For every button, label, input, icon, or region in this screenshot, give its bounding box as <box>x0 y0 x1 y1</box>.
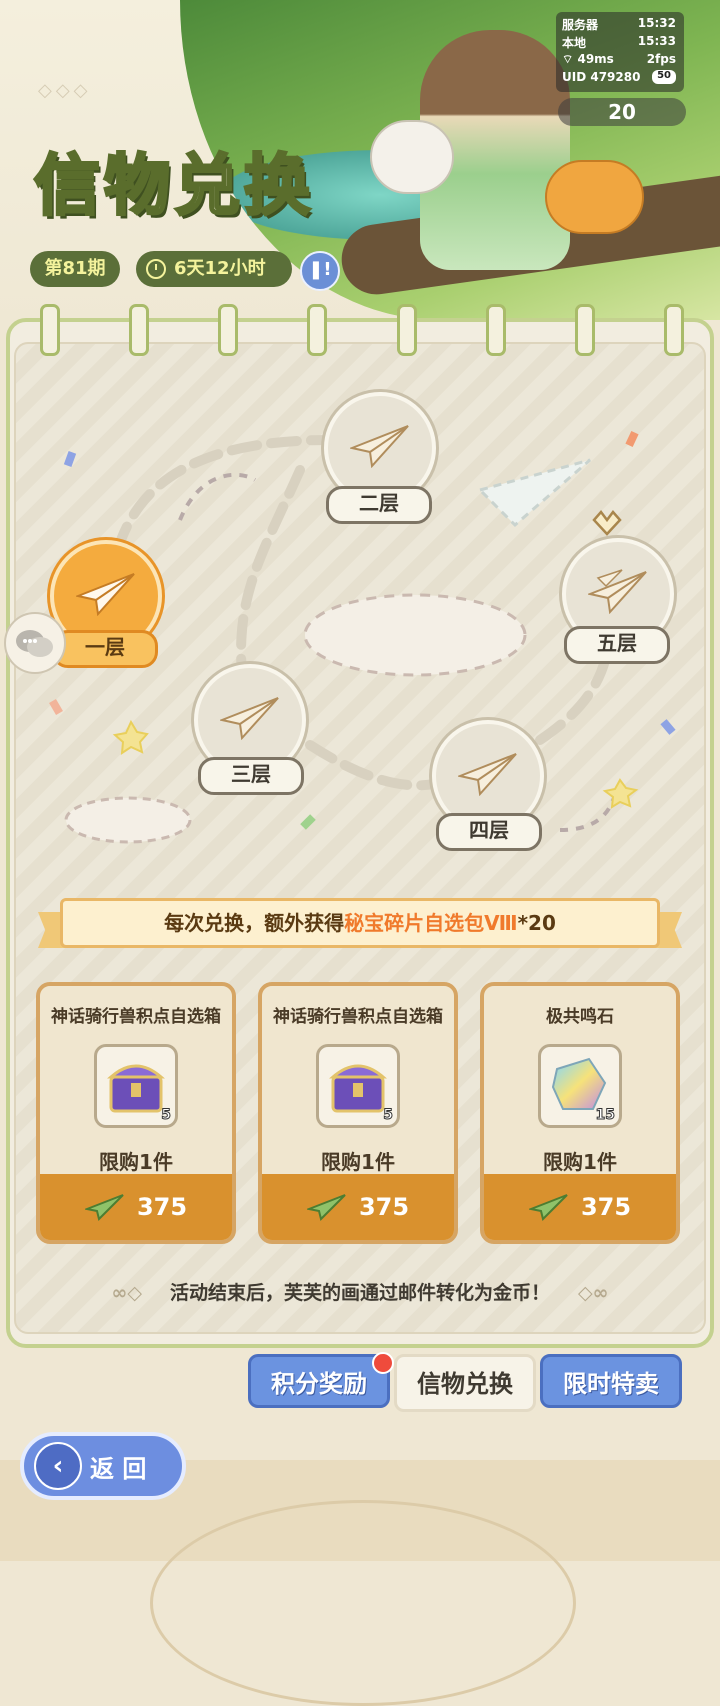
treasure-chest-icon: 5 <box>316 1044 400 1128</box>
item-quantity: 15 <box>595 1107 616 1124</box>
tab-points-reward[interactable]: 积分奖励 <box>248 1354 390 1408</box>
banner-highlight: 秘宝碎片自选包Ⅷ <box>344 911 518 935</box>
paper-plane-currency-icon <box>528 1194 568 1221</box>
floor-label-5[interactable]: 五层 <box>564 626 670 664</box>
buy-button[interactable]: 375 <box>262 1174 454 1240</box>
tab-token-exchange[interactable]: 信物兑换 <box>394 1354 536 1412</box>
shop-item-name: 神话骑行兽积点自选箱 <box>51 1007 221 1027</box>
paper-planes-icon <box>588 569 647 614</box>
floor-label-4[interactable]: 四层 <box>436 813 542 851</box>
purchase-limit: 限购1件 <box>99 1150 173 1174</box>
tab-limited-sale[interactable]: 限时特卖 <box>540 1354 682 1408</box>
event-end-note-text: 活动结束后，芙芙的画通过邮件转化为金币！ <box>169 1282 550 1304</box>
crown-icon <box>592 510 622 536</box>
resonance-stone-icon: 15 <box>538 1044 622 1128</box>
shop-item-card[interactable]: 神话骑行兽积点自选箱 5 限购1件 375 <box>36 982 236 1244</box>
shop-item-card[interactable]: 极共鸣石 15 限购1件 375 <box>480 982 680 1244</box>
paper-plane-currency-icon <box>84 1194 124 1221</box>
banner-prefix: 每次兑换，额外获得 <box>164 911 345 935</box>
treasure-chest-icon: 5 <box>94 1044 178 1128</box>
bonus-banner: 每次兑换，额外获得秘宝碎片自选包Ⅷ*20 <box>60 898 660 948</box>
banner-suffix: *20 <box>517 911 556 935</box>
purchase-limit: 限购1件 <box>321 1150 395 1174</box>
notification-dot <box>372 1352 394 1374</box>
back-label: 返 回 <box>90 1454 147 1483</box>
paper-plane-icon <box>220 697 279 740</box>
floor-label-1[interactable]: 一层 <box>52 630 158 668</box>
paper-plane-currency-icon <box>306 1194 346 1221</box>
decor-right-icon: ◇∞ <box>578 1282 609 1304</box>
item-quantity: 5 <box>161 1107 172 1124</box>
item-price: 375 <box>136 1193 188 1221</box>
buy-button[interactable]: 375 <box>40 1174 232 1240</box>
shop-item-name: 神话骑行兽积点自选箱 <box>273 1007 443 1027</box>
back-arrow-icon: ‹ <box>34 1442 82 1490</box>
item-quantity: 5 <box>383 1107 394 1124</box>
buy-button[interactable]: 375 <box>484 1174 676 1240</box>
chat-icon[interactable] <box>4 612 66 674</box>
purchase-limit: 限购1件 <box>543 1150 617 1174</box>
paper-plane-icon <box>350 425 409 468</box>
shop-item-card[interactable]: 神话骑行兽积点自选箱 5 限购1件 375 <box>258 982 458 1244</box>
decor-left-icon: ∞◇ <box>111 1282 142 1304</box>
floor-label-3[interactable]: 三层 <box>198 757 304 795</box>
shop-item-name: 极共鸣石 <box>546 1007 614 1027</box>
item-price: 375 <box>580 1193 632 1221</box>
event-end-note: ∞◇ 活动结束后，芙芙的画通过邮件转化为金币！ ◇∞ <box>0 1278 720 1305</box>
item-price: 375 <box>358 1193 410 1221</box>
back-button[interactable]: ‹ 返 回 <box>20 1432 186 1500</box>
paper-plane-icon <box>458 753 517 796</box>
floor-label-2[interactable]: 二层 <box>326 486 432 524</box>
paper-plane-icon <box>76 573 135 616</box>
